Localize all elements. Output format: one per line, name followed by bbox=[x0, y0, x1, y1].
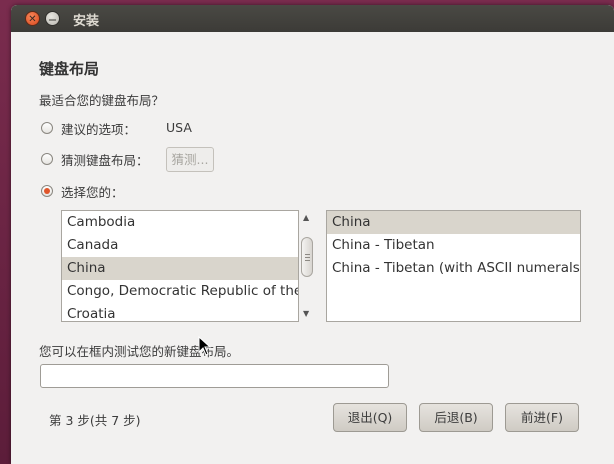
scroll-up-icon[interactable]: ▲ bbox=[303, 213, 309, 222]
minimize-icon[interactable]: — bbox=[45, 11, 60, 26]
mouse-pointer-icon bbox=[198, 336, 212, 356]
layout-item[interactable]: Cambodia bbox=[62, 211, 298, 234]
radio-choose-indicator[interactable] bbox=[41, 185, 53, 197]
step-indicator: 第 3 步(共 7 步) bbox=[49, 413, 141, 428]
test-input[interactable] bbox=[40, 364, 389, 388]
variant-item[interactable]: China - Tibetan (with ASCII numerals) bbox=[327, 257, 580, 280]
variant-item[interactable]: China - Tibetan bbox=[327, 234, 580, 257]
radio-guess-indicator[interactable] bbox=[41, 153, 53, 165]
layout-list-scrollbar[interactable]: ▲ ▼ bbox=[299, 210, 315, 322]
back-button[interactable]: 后退(B) bbox=[419, 403, 493, 432]
variant-item-selected[interactable]: China bbox=[327, 211, 580, 234]
title-bar: ✕ — 安装 bbox=[11, 5, 614, 32]
layout-item[interactable]: Congo, Democratic Republic of the bbox=[62, 280, 298, 303]
layout-item[interactable]: Croatia bbox=[62, 303, 298, 321]
forward-button[interactable]: 前进(F) bbox=[505, 403, 579, 432]
layout-question: 最适合您的键盘布局？ bbox=[39, 93, 165, 108]
radio-suggested-label: 建议的选项： bbox=[61, 121, 137, 137]
radio-suggested[interactable]: 建议的选项： bbox=[41, 119, 136, 137]
installer-window: ✕ — 安装 键盘布局 最适合您的键盘布局？ 建议的选项： USA 猜测键盘布局… bbox=[11, 5, 614, 464]
variant-list[interactable]: China China - Tibetan China - Tibetan (w… bbox=[326, 210, 581, 322]
radio-suggested-indicator[interactable] bbox=[41, 122, 53, 134]
scroll-thumb[interactable] bbox=[301, 237, 313, 277]
suggested-layout-value: USA bbox=[166, 120, 192, 135]
page-title: 键盘布局 bbox=[39, 60, 100, 78]
guess-button[interactable]: 猜测... bbox=[166, 147, 214, 172]
quit-button[interactable]: 退出(Q) bbox=[333, 403, 407, 432]
layout-item-selected[interactable]: China bbox=[62, 257, 298, 280]
scroll-down-icon[interactable]: ▼ bbox=[303, 309, 309, 318]
radio-guess-label: 猜测键盘布局： bbox=[61, 152, 149, 168]
radio-guess[interactable]: 猜测键盘布局： bbox=[41, 150, 149, 168]
layout-list[interactable]: Cambodia Canada China Congo, Democratic … bbox=[61, 210, 299, 322]
radio-choose[interactable]: 选择您的： bbox=[41, 182, 124, 200]
radio-choose-label: 选择您的： bbox=[61, 184, 124, 200]
layout-item[interactable]: Canada bbox=[62, 234, 298, 257]
window-title: 安装 bbox=[73, 14, 100, 29]
close-icon[interactable]: ✕ bbox=[25, 11, 40, 26]
